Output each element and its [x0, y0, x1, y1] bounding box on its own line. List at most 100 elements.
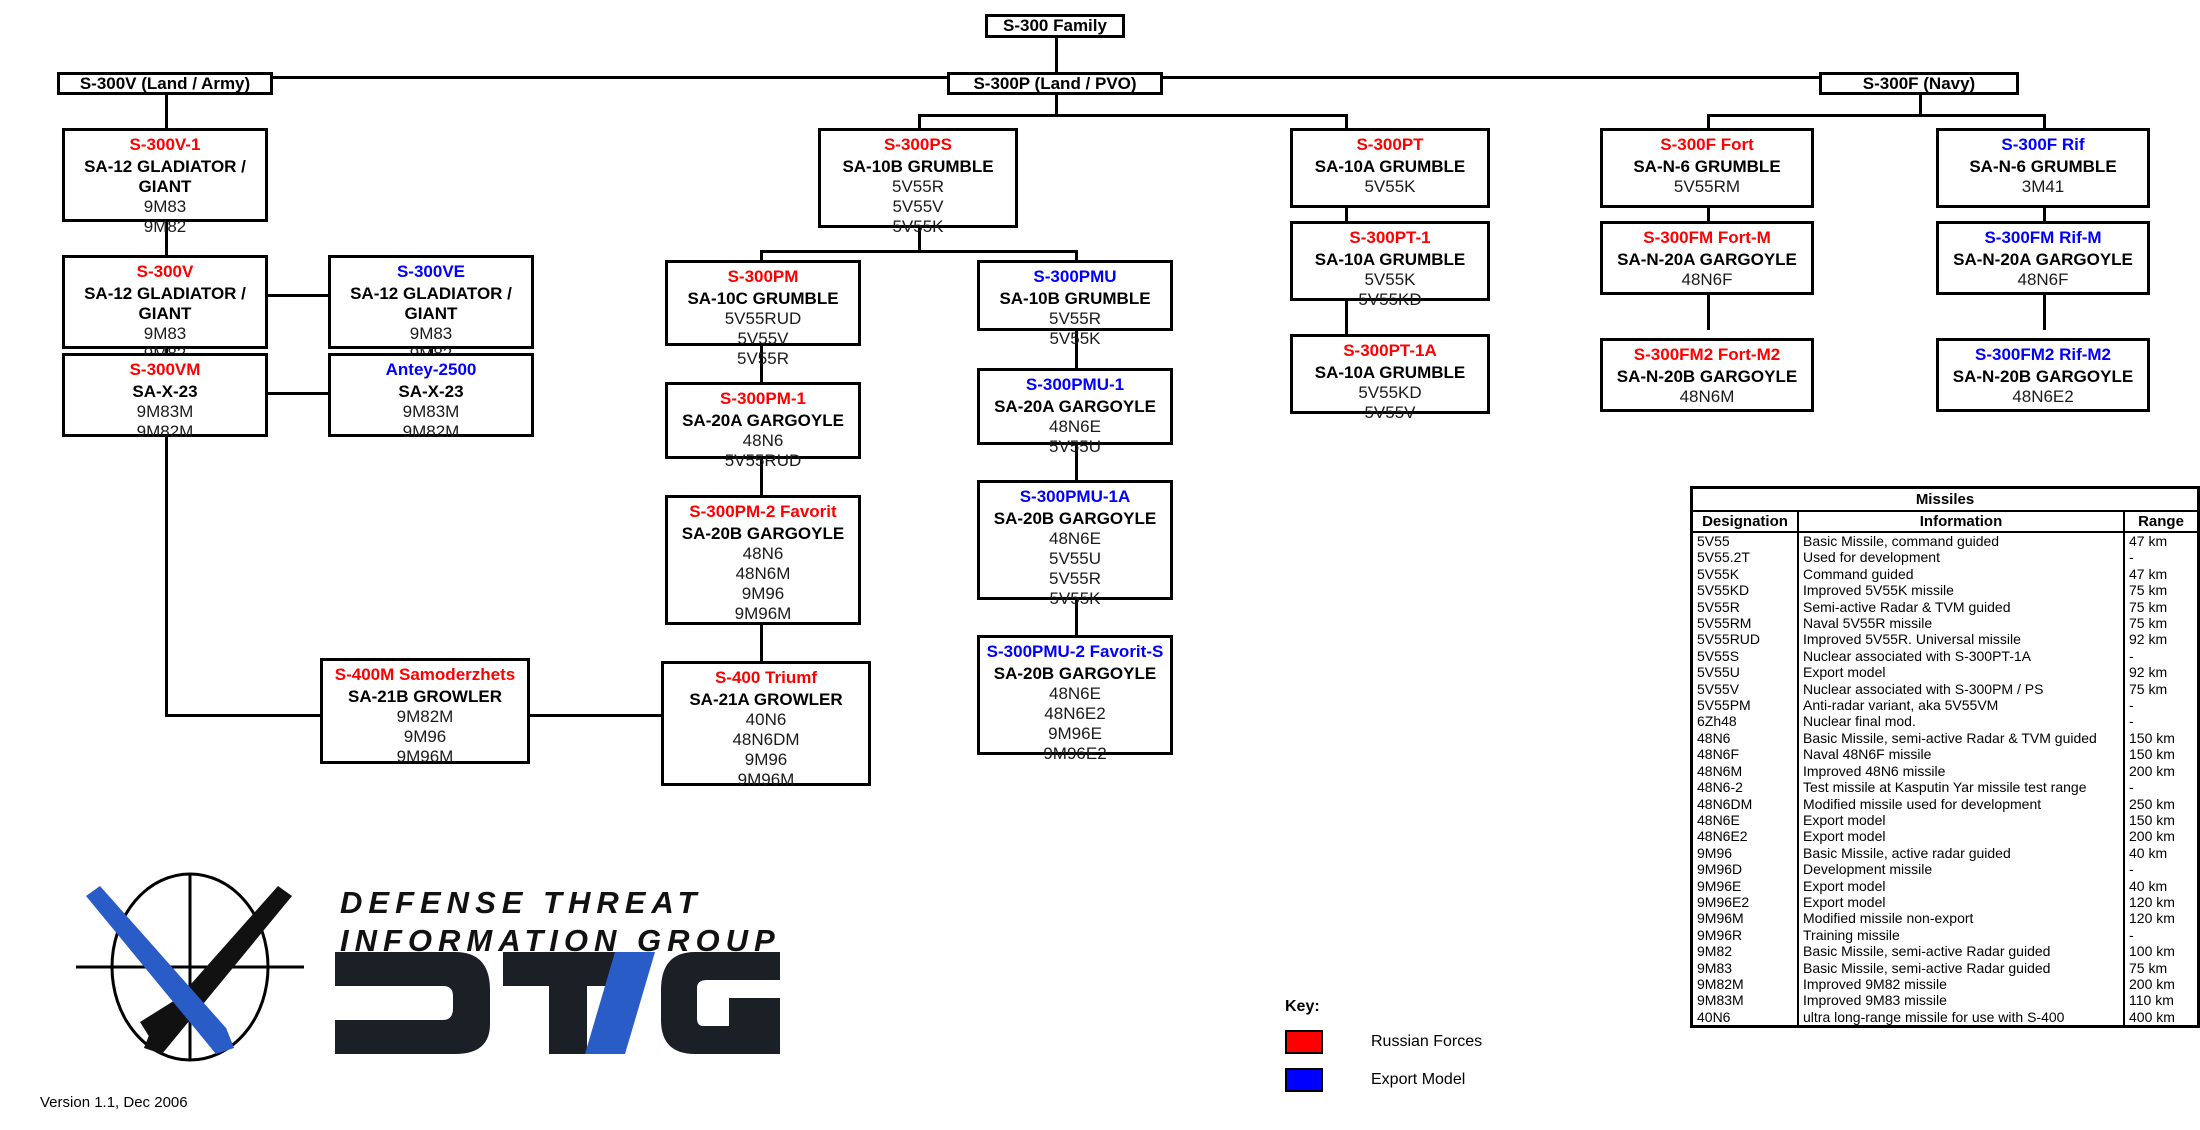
node-s300vm[interactable]: S-300VM SA-X-23 9M83M 9M82M [62, 353, 268, 441]
missiles-table-caption: Missiles [1693, 489, 2197, 512]
category-node-s300p[interactable]: S-300P (Land / PVO) [947, 72, 1163, 95]
category-label-s300p: S-300P (Land / PVO) [973, 73, 1137, 93]
node-nato: SA-N-20A GARGOYLE [1617, 250, 1797, 269]
node-title: S-300PM-1 [720, 389, 806, 408]
cell-range: 40 km [2129, 877, 2168, 894]
node-s300f-fort[interactable]: S-300F Fort SA-N-6 GRUMBLE 5V55RM [1600, 128, 1814, 208]
node-nato: SA-20B GARGOYLE [993, 664, 1157, 683]
node-missile: 9M82 [143, 217, 187, 236]
node-s300pm-2-favorit[interactable]: S-300PM-2 Favorit SA-20B GARGOYLE 48N6 4… [665, 495, 861, 625]
node-s300v[interactable]: S-300V SA-12 GLADIATOR / GIANT 9M83 9M82 [62, 255, 268, 363]
node-s300pmu-2-favorit-s[interactable]: S-300PMU-2 Favorit-S SA-20B GARGOYLE 48N… [977, 635, 1173, 763]
cell-range: 400 km [2129, 1008, 2175, 1025]
crosshair-swords-icon [76, 872, 304, 1062]
node-title: S-300V [136, 262, 194, 281]
root-node-label: S-300 Family [1003, 16, 1107, 35]
cell-designation: 5V55V [1693, 680, 1799, 698]
node-missile: 5V55RM [1673, 177, 1741, 196]
node-nato: SA-12 GLADIATOR / GIANT [84, 284, 246, 323]
node-title: S-300PM [727, 267, 799, 286]
cell-information: Improved 5V55R. Universal missile [1798, 631, 2125, 648]
node-missile: 9M96E [1048, 724, 1102, 743]
dtig-logo: DEFENSE THREAT INFORMATION GROUP [40, 872, 800, 1062]
cell-designation: 9M96 [1693, 844, 1799, 862]
cell-range: 75 km [2129, 582, 2168, 599]
cell-information: Improved 5V55K missile [1798, 582, 2125, 599]
node-antey-2500[interactable]: Antey-2500 SA-X-23 9M83M 9M82M [328, 353, 534, 441]
table-row: 5V55.2T Used for development - [1693, 549, 2197, 566]
cell-range: 250 km [2129, 795, 2175, 812]
table-row: 9M96E2 Export model 120 km [1693, 893, 2197, 911]
cell-information: Basic Missile, semi-active Radar & TVM g… [1798, 729, 2125, 747]
node-nato: SA-10A GRUMBLE [1314, 250, 1466, 269]
node-missile: 9M96 [403, 727, 447, 746]
node-missile: 9M96M [737, 770, 795, 789]
node-s300fm-rif-m[interactable]: S-300FM Rif-M SA-N-20A GARGOYLE 48N6F [1936, 221, 2150, 295]
node-missile: 5V55V [892, 197, 944, 216]
legend-swatch-red [1285, 1030, 1323, 1054]
connector-f-bus [1707, 114, 2045, 117]
cell-range: 200 km [2129, 828, 2175, 845]
cell-designation: 9M83M [1693, 992, 1799, 1009]
cell-information: Improved 9M82 missile [1798, 975, 2125, 993]
cell-range: 92 km [2129, 631, 2168, 648]
cell-information: Basic Missile, semi-active Radar guided [1798, 943, 2125, 960]
node-s300pt-1[interactable]: S-300PT-1 SA-10A GRUMBLE 5V55K 5V55KD [1290, 221, 1490, 309]
table-row: 48N6F Naval 48N6F missile 150 km [1693, 746, 2197, 763]
table-row: 48N6E Export model 150 km [1693, 811, 2197, 829]
node-missile: 5V55K [1049, 329, 1101, 348]
cell-range: 75 km [2129, 959, 2168, 976]
node-s300pt[interactable]: S-300PT SA-10A GRUMBLE 5V55K [1290, 128, 1490, 208]
node-title: S-300V-1 [129, 135, 201, 154]
cell-information: Export model [1798, 828, 2125, 845]
node-s300ps[interactable]: S-300PS SA-10B GRUMBLE 5V55R 5V55V 5V55K [818, 128, 1018, 236]
node-missile: 9M83M [136, 402, 194, 421]
legend-row-export-model: Export Model [1285, 1068, 1482, 1092]
node-title: S-300PMU-1 [1025, 375, 1125, 394]
cell-information: Basic Missile, semi-active Radar guided [1798, 959, 2125, 976]
cell-designation: 5V55S [1693, 647, 1799, 665]
node-nato: SA-10B GRUMBLE [842, 157, 994, 176]
cell-information: Modified missile non-export [1798, 910, 2125, 927]
node-s300v1[interactable]: S-300V-1 SA-12 GLADIATOR / GIANT 9M83 9M… [62, 128, 268, 236]
table-row: 48N6E2 Export model 200 km [1693, 828, 2197, 845]
category-node-s300f[interactable]: S-300F (Navy) [1819, 72, 2019, 95]
node-missile: 5V55RUD [724, 451, 802, 470]
cell-range: - [2129, 713, 2134, 730]
cell-range: 150 km [2129, 811, 2175, 828]
category-node-s300v[interactable]: S-300V (Land / Army) [57, 72, 273, 95]
cell-designation: 9M96D [1693, 861, 1799, 878]
node-s300fm2-rif-m2[interactable]: S-300FM2 Rif-M2 SA-N-20B GARGOYLE 48N6E2 [1936, 338, 2150, 412]
cell-designation: 5V55PM [1693, 697, 1799, 714]
node-missile: 48N6E2 [1044, 704, 1106, 723]
cell-information: Nuclear associated with S-300PT-1A [1798, 647, 2125, 665]
table-row: 9M96E Export model 40 km [1693, 877, 2197, 894]
node-s300pmu-1a[interactable]: S-300PMU-1A SA-20B GARGOYLE 48N6E 5V55U … [977, 480, 1173, 608]
node-missile: 9M82M [136, 422, 194, 441]
node-s300pmu[interactable]: S-300PMU SA-10B GRUMBLE 5V55R 5V55K [977, 260, 1173, 348]
table-row: 5V55KD Improved 5V55K missile 75 km [1693, 582, 2197, 599]
node-s300pt-1a[interactable]: S-300PT-1A SA-10A GRUMBLE 5V55KD 5V55V [1290, 334, 1490, 422]
node-title: S-300FM Rif-M [1984, 228, 2102, 247]
node-s300pm-1[interactable]: S-300PM-1 SA-20A GARGOYLE 48N6 5V55RUD [665, 382, 861, 470]
node-missile: 5V55R [737, 349, 789, 368]
node-nato: SA-N-6 GRUMBLE [1969, 157, 2117, 176]
cell-information: ultra long-range missile for use with S-… [1798, 1008, 2125, 1026]
node-missile: 48N6F [1681, 270, 1733, 289]
node-s300f-rif[interactable]: S-300F Rif SA-N-6 GRUMBLE 3M41 [1936, 128, 2150, 208]
node-s300ve[interactable]: S-300VE SA-12 GLADIATOR / GIANT 9M83 9M8… [328, 255, 534, 363]
node-s300fm-fort-m[interactable]: S-300FM Fort-M SA-N-20A GARGOYLE 48N6F [1600, 221, 1814, 295]
node-s400m-samoderzhets[interactable]: S-400M Samoderzhets SA-21B GROWLER 9M82M… [320, 658, 530, 766]
node-s300pm[interactable]: S-300PM SA-10C GRUMBLE 5V55RUD 5V55V 5V5… [665, 260, 861, 368]
cell-range: 150 km [2129, 729, 2175, 746]
table-row: 9M96M Modified missile non-export 120 km [1693, 910, 2197, 927]
node-s400-triumf[interactable]: S-400 Triumf SA-21A GROWLER 40N6 48N6DM … [661, 661, 871, 789]
node-s300pmu-1[interactable]: S-300PMU-1 SA-20A GARGOYLE 48N6E 5V55U [977, 368, 1173, 456]
cell-range: 75 km [2129, 615, 2168, 632]
root-node-s300-family[interactable]: S-300 Family [985, 14, 1125, 38]
cell-designation: 48N6-2 [1693, 779, 1799, 796]
table-row: 5V55K Command guided 47 km [1693, 565, 2197, 583]
node-missile: 5V55K [1364, 270, 1416, 289]
node-missile: 9M96M [396, 747, 454, 766]
node-s300fm2-fort-m2[interactable]: S-300FM2 Fort-M2 SA-N-20B GARGOYLE 48N6M [1600, 338, 1814, 412]
